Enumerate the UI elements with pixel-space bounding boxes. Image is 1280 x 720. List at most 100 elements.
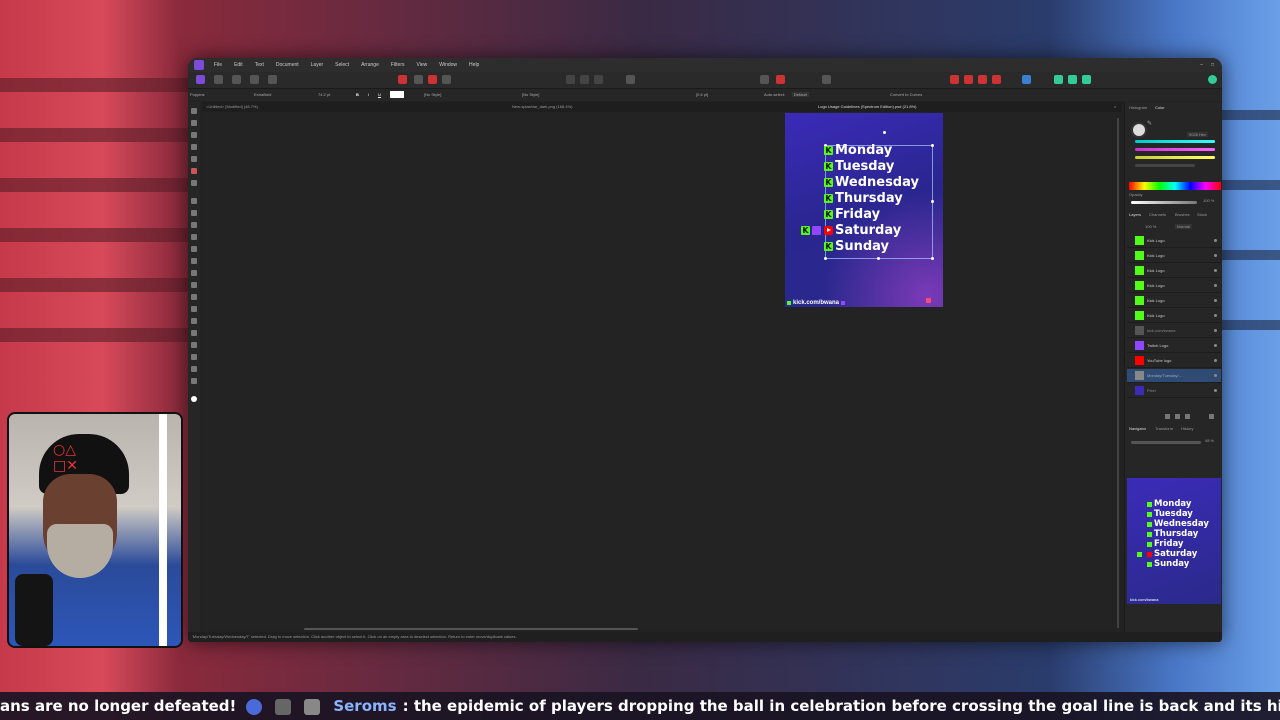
close-tab-icon[interactable]: × [1114, 104, 1116, 109]
color-slider-2[interactable] [1135, 148, 1215, 151]
maximize-icon[interactable]: □ [1211, 62, 1214, 68]
sync-icon[interactable] [442, 75, 451, 84]
selection-handle[interactable] [931, 257, 934, 260]
selection-mode-icon[interactable] [580, 75, 589, 84]
text-color-swatch[interactable] [390, 91, 404, 98]
char-style-select[interactable]: [No Style] [424, 92, 441, 97]
snapping-icon[interactable] [760, 75, 769, 84]
tab-channels[interactable]: Channels [1149, 212, 1166, 217]
node-tool-icon[interactable] [191, 330, 197, 336]
flood-select-icon[interactable] [191, 156, 197, 162]
view-tool-icon[interactable] [398, 75, 407, 84]
visibility-icon[interactable] [1214, 389, 1217, 392]
persona-tonemap-icon[interactable] [250, 75, 259, 84]
layer-row[interactable]: YouTube logo [1127, 354, 1221, 368]
opacity-value[interactable]: 100 % [1203, 198, 1214, 203]
pen-tool-icon[interactable] [191, 318, 197, 324]
text-tool-icon[interactable] [191, 354, 197, 360]
crop-tool-icon[interactable] [191, 132, 197, 138]
visibility-icon[interactable] [1214, 254, 1217, 257]
font-family-select[interactable]: Poppins [190, 92, 204, 97]
menu-help[interactable]: Help [463, 62, 485, 68]
snapping-options-icon[interactable] [776, 75, 785, 84]
move-tool-icon[interactable] [191, 108, 197, 114]
gradient-tool-icon[interactable] [191, 246, 197, 252]
convert-to-curves-button[interactable]: Convert to Curves [890, 92, 922, 97]
visibility-icon[interactable] [1214, 329, 1217, 332]
order-icon[interactable] [626, 75, 635, 84]
pen-tool-icon[interactable] [414, 75, 423, 84]
shape-tool-icon[interactable] [191, 342, 197, 348]
eyedropper-icon[interactable]: ✎ [1147, 120, 1152, 127]
layer-row[interactable]: Kick Logo [1127, 264, 1221, 278]
visibility-icon[interactable] [1214, 239, 1217, 242]
visibility-icon[interactable] [1214, 299, 1217, 302]
persona-liquify-icon[interactable] [214, 75, 223, 84]
account-icon[interactable] [1208, 75, 1217, 84]
tab-histogram[interactable]: Histogram [1129, 105, 1147, 110]
canvas-area[interactable] [202, 112, 1116, 630]
menu-window[interactable]: Window [433, 62, 463, 68]
visibility-icon[interactable] [1214, 374, 1217, 377]
color-swatch-icon[interactable] [191, 396, 197, 402]
tab-brushes[interactable]: Brushes [1175, 212, 1190, 217]
red-eye-icon[interactable] [191, 294, 197, 300]
italic-button[interactable]: I [368, 92, 369, 97]
bold-button[interactable]: B [356, 92, 359, 97]
visibility-icon[interactable] [1214, 344, 1217, 347]
vertical-scrollbar[interactable] [1117, 118, 1119, 628]
layer-row[interactable]: Twitch Logo [1127, 339, 1221, 353]
font-size-field[interactable]: 74.2 pt [318, 92, 330, 97]
erase-brush-icon[interactable] [191, 222, 197, 228]
boolean-add-icon[interactable] [950, 75, 959, 84]
document-artboard[interactable]: K Monday K Tuesday K Wednesday K Thursda… [785, 113, 943, 307]
underline-button[interactable]: U [378, 92, 381, 97]
layer-opacity-field[interactable]: 100 % [1145, 224, 1156, 229]
clone-brush-icon[interactable] [191, 270, 197, 276]
selection-handle[interactable] [931, 200, 934, 203]
font-style-select[interactable]: ExtraBold [254, 92, 271, 97]
color-picker-icon[interactable] [428, 75, 437, 84]
menu-edit[interactable]: Edit [228, 62, 249, 68]
layer-row-selected[interactable]: Monday/Tuesday/... [1127, 369, 1221, 383]
tab-history[interactable]: History [1181, 426, 1193, 431]
assistant-icon[interactable] [822, 75, 831, 84]
layer-row[interactable]: Kick Logo [1127, 294, 1221, 308]
selection-handle[interactable] [824, 257, 827, 260]
selection-brush-icon[interactable] [191, 144, 197, 150]
menu-select[interactable]: Select [329, 62, 355, 68]
tab-layers[interactable]: Layers [1129, 212, 1141, 217]
visibility-icon[interactable] [1214, 269, 1217, 272]
blur-brush-icon[interactable] [191, 306, 197, 312]
auto-select-dropdown[interactable]: Default [792, 92, 809, 97]
menu-text[interactable]: Text [249, 62, 270, 68]
tab-splash-png[interactable]: New-splashlar_dark.png (168.4%) [512, 104, 572, 109]
navigator-preview[interactable]: Monday Tuesday Wednesday Thursday Friday… [1127, 478, 1221, 604]
zoom-tool-icon[interactable] [191, 378, 197, 384]
menu-filters[interactable]: Filters [385, 62, 411, 68]
visibility-icon[interactable] [1214, 314, 1217, 317]
transform-icon[interactable] [1082, 75, 1091, 84]
visibility-icon[interactable] [1214, 284, 1217, 287]
tab-logo-guidelines[interactable]: Logo Usage Guidelines (Spectrum Edition)… [818, 104, 917, 109]
layer-action-icon[interactable] [1175, 414, 1180, 419]
boolean-subtract-icon[interactable] [964, 75, 973, 84]
tab-transform[interactable]: Transform [1155, 426, 1173, 431]
layer-action-icon[interactable] [1165, 414, 1170, 419]
boolean-intersect-icon[interactable] [978, 75, 987, 84]
layer-row[interactable]: Kick Logo [1127, 309, 1221, 323]
hand-tool-icon[interactable] [191, 366, 197, 372]
selection-mode-icon[interactable] [566, 75, 575, 84]
selection-mode-icon[interactable] [594, 75, 603, 84]
align-icon[interactable] [1022, 75, 1031, 84]
persona-export-icon[interactable] [268, 75, 277, 84]
color-slider-4[interactable] [1135, 164, 1195, 167]
menu-document[interactable]: Document [270, 62, 305, 68]
tab-untitled[interactable]: <Untitled> [Modified] (48.7%) [206, 104, 258, 109]
tracking-field[interactable]: [0.6 pt] [696, 92, 708, 97]
horizontal-scrollbar[interactable] [304, 628, 638, 630]
opacity-slider[interactable] [1131, 201, 1197, 204]
para-style-select[interactable]: [No Style] [522, 92, 539, 97]
transform-icon[interactable] [1068, 75, 1077, 84]
layer-row[interactable]: Kick Logo [1127, 249, 1221, 263]
